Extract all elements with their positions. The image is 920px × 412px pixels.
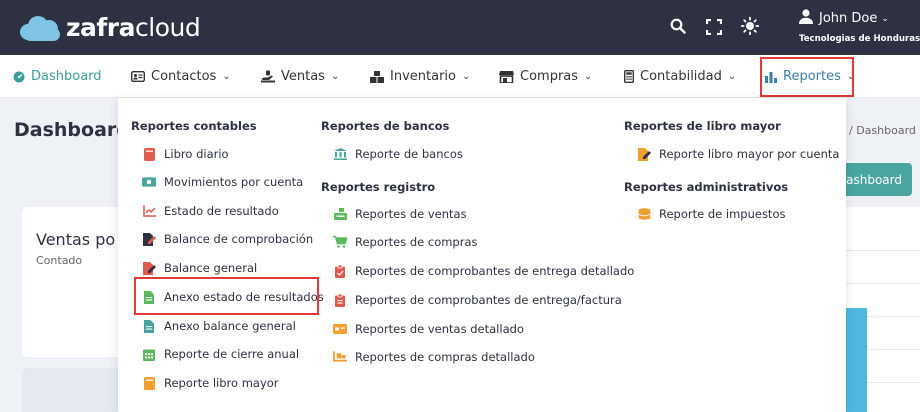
clipboard-icon [333,264,347,278]
link-reporte-de-cierre-anual[interactable]: Reporte de cierre anual [142,347,299,361]
user-icon [799,9,813,28]
money-card-icon [333,322,347,336]
brand-logo[interactable]: zafra cloud [20,10,201,44]
nav-compras[interactable]: Compras ⌄ [499,55,592,98]
calendar-icon [142,347,156,361]
link-reporte-libro-mayor[interactable]: Reporte libro mayor [142,376,279,390]
secondary-card [22,368,122,412]
file-signature-icon [637,147,651,161]
chevron-down-icon: ⌄ [881,13,889,24]
heading-reportes-administrativos: Reportes administrativos [624,180,789,194]
grid-line [840,283,920,284]
heading-reportes-contables: Reportes contables [131,119,257,133]
link-comprobantes-entrega-detallado[interactable]: Reportes de comprobantes de entrega deta… [333,264,634,278]
file-signature-icon [142,232,156,246]
contacts-icon [131,71,145,82]
bank-icon [333,147,347,161]
chevron-down-icon: ⌄ [461,71,471,82]
card-title: Ventas po [36,230,116,249]
chevron-down-icon: ⌄ [330,71,340,82]
breadcrumb: / Dashboard [849,124,916,137]
file-signature-icon [142,261,156,275]
link-balance-de-comprobacion[interactable]: Balance de comprobación [142,232,313,246]
link-reportes-compras-detallado[interactable]: Reportes de compras detallado [333,350,535,364]
grid-line [840,250,920,251]
search-icon[interactable] [668,16,688,36]
link-reporte-de-bancos[interactable]: Reporte de bancos [333,147,463,161]
heading-reportes-de-bancos: Reportes de bancos [321,119,450,133]
link-comprobantes-entrega-factura[interactable]: Reportes de comprobantes de entrega/fact… [333,293,622,307]
nav-inventario[interactable]: Inventario ⌄ [370,55,470,98]
user-menu[interactable]: John Doe ⌄ Tecnologias de Honduras [799,9,920,44]
link-libro-diario[interactable]: Libro diario [142,147,229,161]
brand-name-bold: zafra [66,12,136,42]
link-movimientos-por-cuenta[interactable]: Movimientos por cuenta [142,175,303,189]
link-estado-de-resultado[interactable]: Estado de resultado [142,204,279,218]
fullscreen-icon[interactable] [704,17,724,37]
heading-reportes-registro: Reportes registro [321,180,436,194]
user-name: John Doe [819,11,878,26]
cart-icon [333,235,347,249]
top-header: zafra cloud John Doe ⌄ Tecnologias de Hon… [0,0,920,55]
brand-name-light: cloud [135,12,201,42]
chevron-down-icon: ⌄ [584,71,593,82]
line-chart-icon [142,204,156,218]
link-reportes-de-ventas[interactable]: Reportes de ventas [333,207,467,221]
chart-bar [846,308,867,412]
page-title: Dashboard [14,119,130,141]
dashboard-icon [13,71,25,83]
link-reportes-de-compras[interactable]: Reportes de compras [333,235,478,249]
calculator-icon [624,70,634,83]
money-bill-icon [142,175,156,189]
nav-dashboard[interactable]: Dashboard [13,55,102,98]
reportes-dropdown [118,98,846,412]
nav-contabilidad[interactable]: Contabilidad ⌄ [624,55,736,98]
nav-ventas[interactable]: Ventas ⌄ [261,55,339,98]
inventory-icon [370,70,384,83]
link-reporte-libro-mayor-por-cuenta[interactable]: Reporte libro mayor por cuenta [637,147,839,161]
chevron-down-icon: ⌄ [222,71,231,82]
nav-contactos[interactable]: Contactos ⌄ [131,55,231,98]
link-reportes-ventas-detallado[interactable]: Reportes de ventas detallado [333,322,524,336]
sun-icon[interactable] [740,16,760,36]
heading-reportes-libro-mayor: Reportes de libro mayor [624,119,781,133]
cash-register-icon [333,207,347,221]
dolly-icon [333,350,347,364]
chevron-down-icon: ⌄ [727,71,737,82]
book-icon [142,376,156,390]
link-anexo-balance-general[interactable]: Anexo balance general [142,319,296,333]
user-company: Tecnologias de Honduras [799,34,920,44]
cloud-logo-icon [20,12,64,42]
clipboard-icon [333,293,347,307]
reportes-highlight-box [760,57,854,97]
file-icon [142,319,156,333]
link-reporte-de-impuestos[interactable]: Reporte de impuestos [637,207,785,221]
coins-icon [637,207,651,221]
selected-item-highlight-box [134,277,319,315]
link-balance-general[interactable]: Balance general [142,261,257,275]
card-subtitle: Contado [36,254,83,267]
sales-icon [261,70,275,83]
store-icon [499,70,514,83]
book-icon [142,147,156,161]
